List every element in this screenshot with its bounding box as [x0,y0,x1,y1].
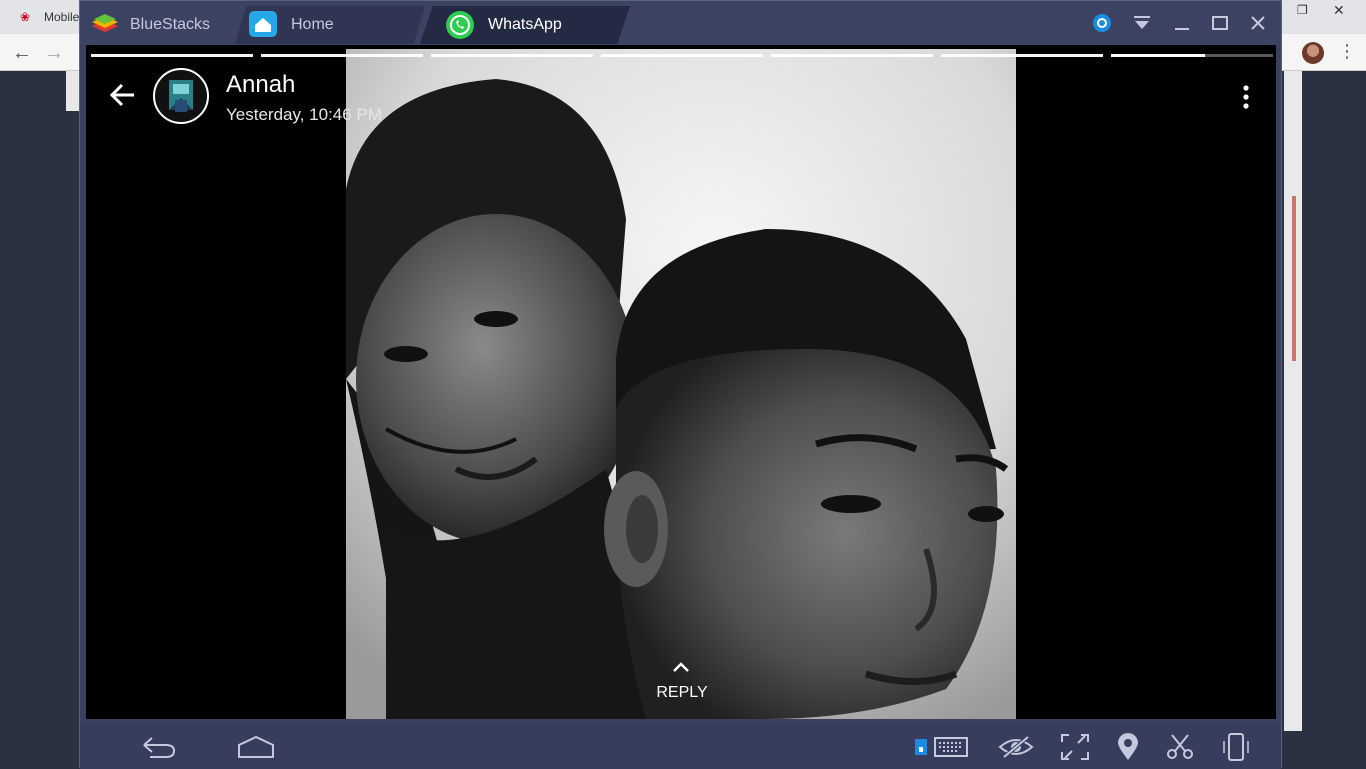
whatsapp-icon [446,11,474,39]
close-icon[interactable] [1248,13,1268,37]
chrome-restore-icon[interactable]: ❐ [1297,3,1308,17]
chrome-back-icon[interactable]: ← [12,42,32,65]
chrome-close-icon[interactable]: ✕ [1333,2,1345,19]
chrome-forward-icon[interactable]: → [44,42,64,65]
status-progress-segment [601,54,763,57]
back-arrow-icon[interactable] [106,79,138,111]
account-icon[interactable] [1092,13,1112,37]
dropdown-menu-icon[interactable] [1132,13,1152,37]
contact-name: Annah [226,71,296,98]
status-photo [346,49,1016,719]
home-icon [249,11,277,37]
tab-whatsapp[interactable]: WhatsApp [420,6,630,44]
status-progress-segment [91,54,253,57]
huawei-logo-icon: ❀ [20,10,31,24]
back-icon[interactable] [138,733,178,761]
status-progress-segment [261,54,423,57]
tab-home[interactable]: Home [235,6,425,44]
contact-avatar[interactable] [153,68,209,124]
more-vert-icon[interactable] [1238,83,1254,111]
bluestacks-window: BlueStacks Home WhatsApp Annah Yesterday… [79,0,1282,769]
status-progress-segment [431,54,593,57]
home-nav-icon[interactable] [236,733,276,761]
status-progress-fill [1111,54,1205,57]
chrome-scrollbar-thumb[interactable] [1292,196,1296,361]
status-progress-segment [941,54,1103,57]
bluestacks-logo-icon [92,14,118,32]
tab-bluestacks[interactable]: BlueStacks [80,6,230,44]
tab-bluestacks-label: BlueStacks [130,16,211,33]
chrome-page-scrollbar[interactable] [1284,71,1302,731]
whatsapp-status-viewer[interactable]: Annah Yesterday, 10:46 PM REPLY [86,45,1276,719]
bluestacks-title-bar: BlueStacks Home WhatsApp [80,1,1281,45]
tab-home-label: Home [291,16,334,33]
location-icon[interactable] [1116,733,1140,761]
tab-whatsapp-label: WhatsApp [488,16,562,33]
chrome-tab-title[interactable]: Mobile [44,10,79,24]
status-timestamp: Yesterday, 10:46 PM [226,105,382,124]
chrome-profile-avatar[interactable] [1302,42,1324,64]
minimize-icon[interactable] [1172,13,1192,37]
chrome-menu-icon[interactable]: ⋮ [1338,41,1356,62]
keyboard-icon[interactable] [914,733,970,761]
status-progress-segment-active [1111,54,1273,57]
fullscreen-icon[interactable] [1060,733,1090,761]
status-progress-segment [771,54,933,57]
scissors-icon[interactable] [1166,733,1194,761]
chevron-up-icon[interactable] [670,660,692,674]
chrome-page-strip [66,71,80,111]
bluestacks-nav-bar [80,725,1281,769]
maximize-icon[interactable] [1210,13,1230,37]
reply-button[interactable]: REPLY [651,684,713,702]
shake-device-icon[interactable] [1220,733,1252,761]
eye-hidden-icon[interactable] [996,733,1036,761]
